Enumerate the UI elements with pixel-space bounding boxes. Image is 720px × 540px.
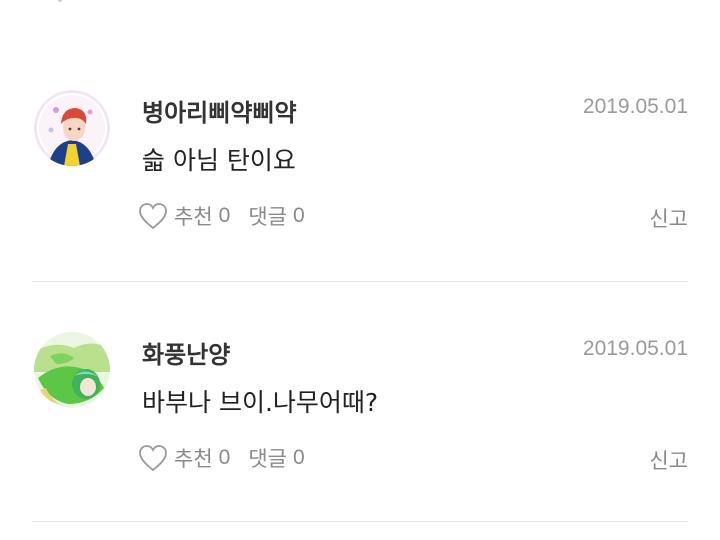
comment-actions: 추천 0 댓글 0	[138, 443, 305, 473]
like-count: 0	[218, 446, 231, 469]
like-count: 0	[218, 204, 231, 227]
like-button[interactable]: 추천	[174, 443, 213, 473]
scroll-remnant-dot	[58, 0, 62, 2]
comment-username[interactable]: 화풍난양	[142, 335, 230, 370]
reply-button[interactable]: 댓글	[248, 443, 287, 473]
heart-icon[interactable]	[138, 444, 168, 472]
report-button[interactable]: 신고	[649, 445, 688, 475]
report-button[interactable]: 신고	[649, 203, 688, 233]
comment-username[interactable]: 병아리삐약삐약	[142, 93, 297, 128]
comment-divider	[32, 521, 688, 522]
reply-count: 0	[292, 204, 305, 227]
comment-date: 2019.05.01	[582, 337, 688, 360]
reply-button[interactable]: 댓글	[248, 201, 287, 231]
comment-actions: 추천 0 댓글 0	[138, 201, 305, 231]
avatar[interactable]	[34, 332, 110, 408]
like-button[interactable]: 추천	[174, 201, 213, 231]
comment-text: 바부나 브이.나무어때?	[142, 388, 379, 417]
comment-text: 슯 아님 탄이요	[142, 146, 296, 175]
reply-count: 0	[292, 446, 305, 469]
avatar[interactable]	[34, 90, 110, 166]
avatar-illustration-redhair-boy-icon	[34, 90, 110, 166]
comment-divider	[32, 281, 688, 282]
avatar-illustration-green-figure-icon	[34, 332, 110, 408]
comment-date: 2019.05.01	[582, 95, 688, 118]
heart-icon[interactable]	[138, 202, 168, 230]
